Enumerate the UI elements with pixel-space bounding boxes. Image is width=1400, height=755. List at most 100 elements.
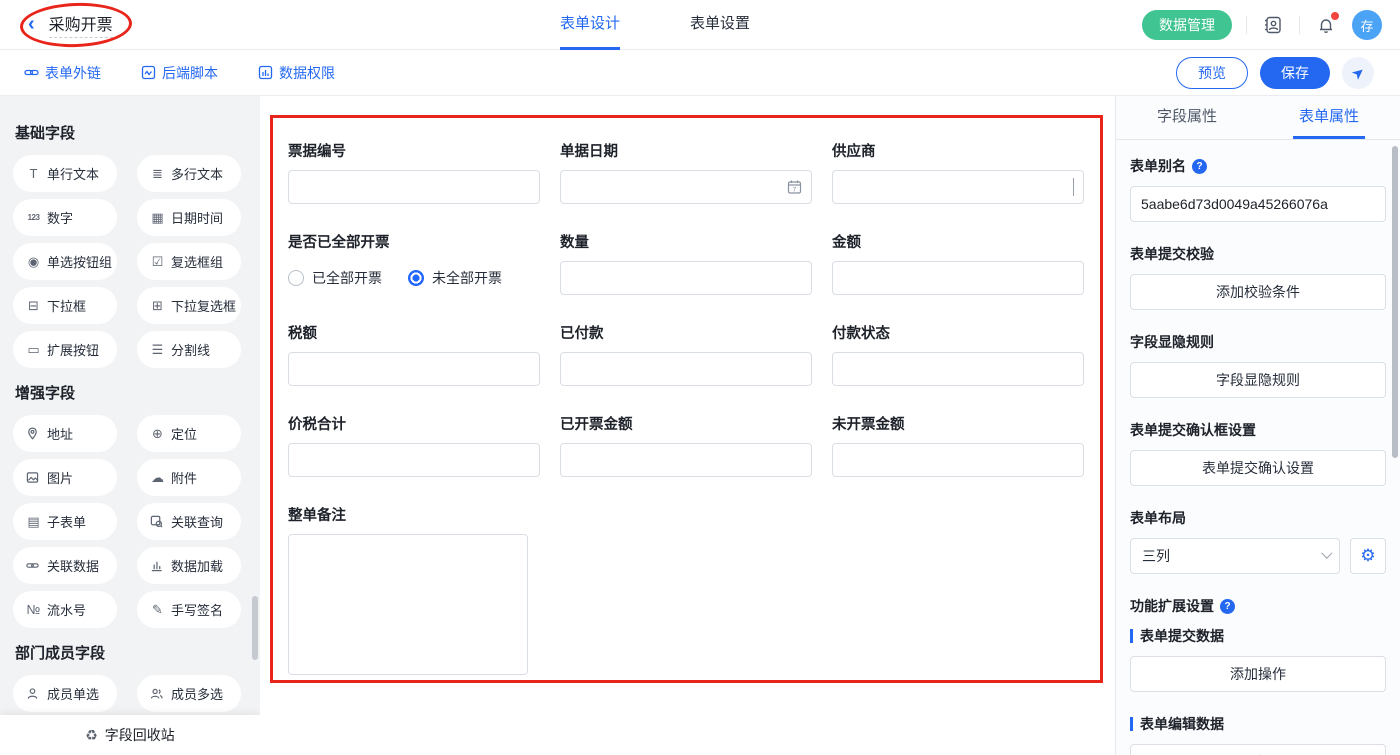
- notification-badge: [1331, 12, 1339, 20]
- field-address[interactable]: 地址: [13, 415, 117, 452]
- field-multi-dropdown[interactable]: ⊞下拉复选框: [137, 287, 241, 324]
- form-canvas[interactable]: 票据编号 单据日期 7 供应商 是否已全部开票 已全: [260, 96, 1115, 755]
- form-field-tax[interactable]: 税额: [288, 322, 540, 386]
- field-image[interactable]: 图片: [13, 459, 117, 496]
- field-related-data[interactable]: 关联数据: [13, 547, 117, 584]
- form-field-bill-no[interactable]: 票据编号: [288, 140, 540, 204]
- help-icon[interactable]: ?: [1192, 159, 1207, 174]
- tax-input[interactable]: [289, 353, 539, 385]
- app-header: ‹ 采购开票 表单设计 表单设置 数据管理 存: [0, 0, 1400, 50]
- field-serial-number[interactable]: №流水号: [13, 591, 117, 628]
- data-manage-button[interactable]: 数据管理: [1142, 10, 1232, 40]
- form-field-remark[interactable]: 整单备注: [288, 504, 1084, 680]
- amount-input[interactable]: [833, 262, 1083, 294]
- field-subform[interactable]: ▤子表单: [13, 503, 117, 540]
- form-field-amount[interactable]: 金额: [832, 231, 1084, 295]
- form-field-invoiced-amount[interactable]: 已开票金额: [560, 413, 812, 477]
- form-external-link[interactable]: 表单外链: [24, 63, 101, 83]
- form-field-uninvoiced-amount[interactable]: 未开票金额: [832, 413, 1084, 477]
- field-checkbox-group[interactable]: ☑复选框组: [137, 243, 241, 280]
- supplier-select[interactable]: [832, 170, 1084, 204]
- sidebar-scrollbar[interactable]: [252, 596, 258, 660]
- field-member-single[interactable]: 成员单选: [13, 675, 117, 712]
- avatar[interactable]: 存: [1352, 10, 1382, 40]
- ext-settings-label: 功能扩展设置: [1130, 596, 1214, 616]
- submit-confirm-button[interactable]: 表单提交确认设置: [1130, 450, 1386, 486]
- bar-chart-icon: [150, 559, 165, 572]
- submit-data-label: 表单提交数据: [1140, 626, 1224, 646]
- visibility-rules-button[interactable]: 字段显隐规则: [1130, 362, 1386, 398]
- paid-input[interactable]: [561, 353, 811, 385]
- share-button[interactable]: ➤: [1342, 57, 1374, 89]
- data-permission-link[interactable]: 数据权限: [258, 63, 335, 83]
- field-recycle-bin[interactable]: ♻ 字段回收站: [0, 715, 260, 755]
- calendar-icon: ▦: [150, 210, 165, 226]
- form-field-total-with-tax[interactable]: 价税合计: [288, 413, 540, 477]
- field-number[interactable]: 123数字: [13, 199, 117, 236]
- pay-status-input[interactable]: [833, 353, 1083, 385]
- field-sidebar: 基础字段 T单行文本 ≣多行文本 123数字 ▦日期时间 ◉单选按钮组 ☑复选框…: [0, 96, 260, 755]
- tab-field-properties[interactable]: 字段属性: [1116, 96, 1258, 139]
- uninvoiced-amount-input[interactable]: [833, 444, 1083, 476]
- permission-icon: [258, 65, 273, 80]
- svg-text:7: 7: [793, 186, 797, 193]
- form-field-quantity[interactable]: 数量: [560, 231, 812, 295]
- sub-toolbar: 表单外链 后端脚本 数据权限 预览 保存 ➤: [0, 50, 1400, 96]
- radio-icon: ◉: [26, 254, 41, 270]
- field-signature[interactable]: ✎手写签名: [137, 591, 241, 628]
- layout-select[interactable]: 三列: [1130, 538, 1340, 574]
- radio-selected-icon: [408, 270, 424, 286]
- invoiced-amount-input[interactable]: [561, 444, 811, 476]
- form-field-supplier[interactable]: 供应商: [832, 140, 1084, 204]
- form-field-bill-date[interactable]: 单据日期 7: [560, 140, 812, 204]
- submit-data-add-action-button[interactable]: 添加操作: [1130, 656, 1386, 692]
- field-single-line-text[interactable]: T单行文本: [13, 155, 117, 192]
- divider: [1246, 16, 1247, 34]
- layout-settings-button[interactable]: ⚙: [1350, 538, 1386, 574]
- share-arrow-icon: ➤: [1347, 62, 1368, 84]
- field-radio-group[interactable]: ◉单选按钮组: [13, 243, 117, 280]
- edit-data-add-action-button[interactable]: 添加操作: [1130, 744, 1386, 755]
- radio-unselected-icon: [288, 270, 304, 286]
- radio-option-all-invoiced[interactable]: 已全部开票: [288, 268, 382, 288]
- save-button[interactable]: 保存: [1260, 57, 1330, 89]
- form-field-paid[interactable]: 已付款: [560, 322, 812, 386]
- total-with-tax-input[interactable]: [289, 444, 539, 476]
- divider: [1299, 16, 1300, 34]
- field-attachment[interactable]: ☁附件: [137, 459, 241, 496]
- quantity-input[interactable]: [561, 262, 811, 294]
- remark-textarea[interactable]: [288, 534, 528, 675]
- field-extend-button[interactable]: ▭扩展按钮: [13, 331, 117, 368]
- edit-data-label: 表单编辑数据: [1140, 714, 1224, 734]
- multi-dropdown-icon: ⊞: [150, 298, 165, 314]
- form-field-pay-status[interactable]: 付款状态: [832, 322, 1084, 386]
- field-location[interactable]: ⊕定位: [137, 415, 241, 452]
- number-icon: 123: [26, 213, 41, 222]
- radio-option-not-all-invoiced[interactable]: 未全部开票: [408, 268, 502, 288]
- person-icon: [26, 687, 41, 700]
- help-icon[interactable]: ?: [1220, 599, 1235, 614]
- tab-form-properties[interactable]: 表单属性: [1258, 96, 1400, 139]
- field-dropdown[interactable]: ⊟下拉框: [13, 287, 117, 324]
- form-alias-input[interactable]: [1130, 186, 1386, 222]
- bill-no-input[interactable]: [289, 171, 539, 203]
- form-alias-label: 表单别名: [1130, 156, 1186, 176]
- field-member-multi[interactable]: 成员多选: [137, 675, 241, 712]
- add-check-condition-button[interactable]: 添加校验条件: [1130, 274, 1386, 310]
- tab-form-design[interactable]: 表单设计: [560, 0, 620, 50]
- preview-button[interactable]: 预览: [1176, 57, 1248, 89]
- field-data-load[interactable]: 数据加载: [137, 547, 241, 584]
- back-chevron-icon[interactable]: ‹: [28, 13, 35, 36]
- notification-bell-icon[interactable]: [1314, 13, 1338, 37]
- panel-scrollbar[interactable]: [1392, 146, 1398, 458]
- tab-form-settings[interactable]: 表单设置: [690, 0, 750, 50]
- field-related-query[interactable]: 关联查询: [137, 503, 241, 540]
- contact-book-icon[interactable]: [1261, 13, 1285, 37]
- extend-button-icon: ▭: [26, 342, 41, 358]
- field-multi-line-text[interactable]: ≣多行文本: [137, 155, 241, 192]
- field-divider[interactable]: ☰分割线: [137, 331, 241, 368]
- field-datetime[interactable]: ▦日期时间: [137, 199, 241, 236]
- form-field-invoiced-flag[interactable]: 是否已全部开票 已全部开票 未全部开票: [288, 231, 540, 295]
- backend-script-link[interactable]: 后端脚本: [141, 63, 218, 83]
- bill-date-input[interactable]: [561, 171, 811, 203]
